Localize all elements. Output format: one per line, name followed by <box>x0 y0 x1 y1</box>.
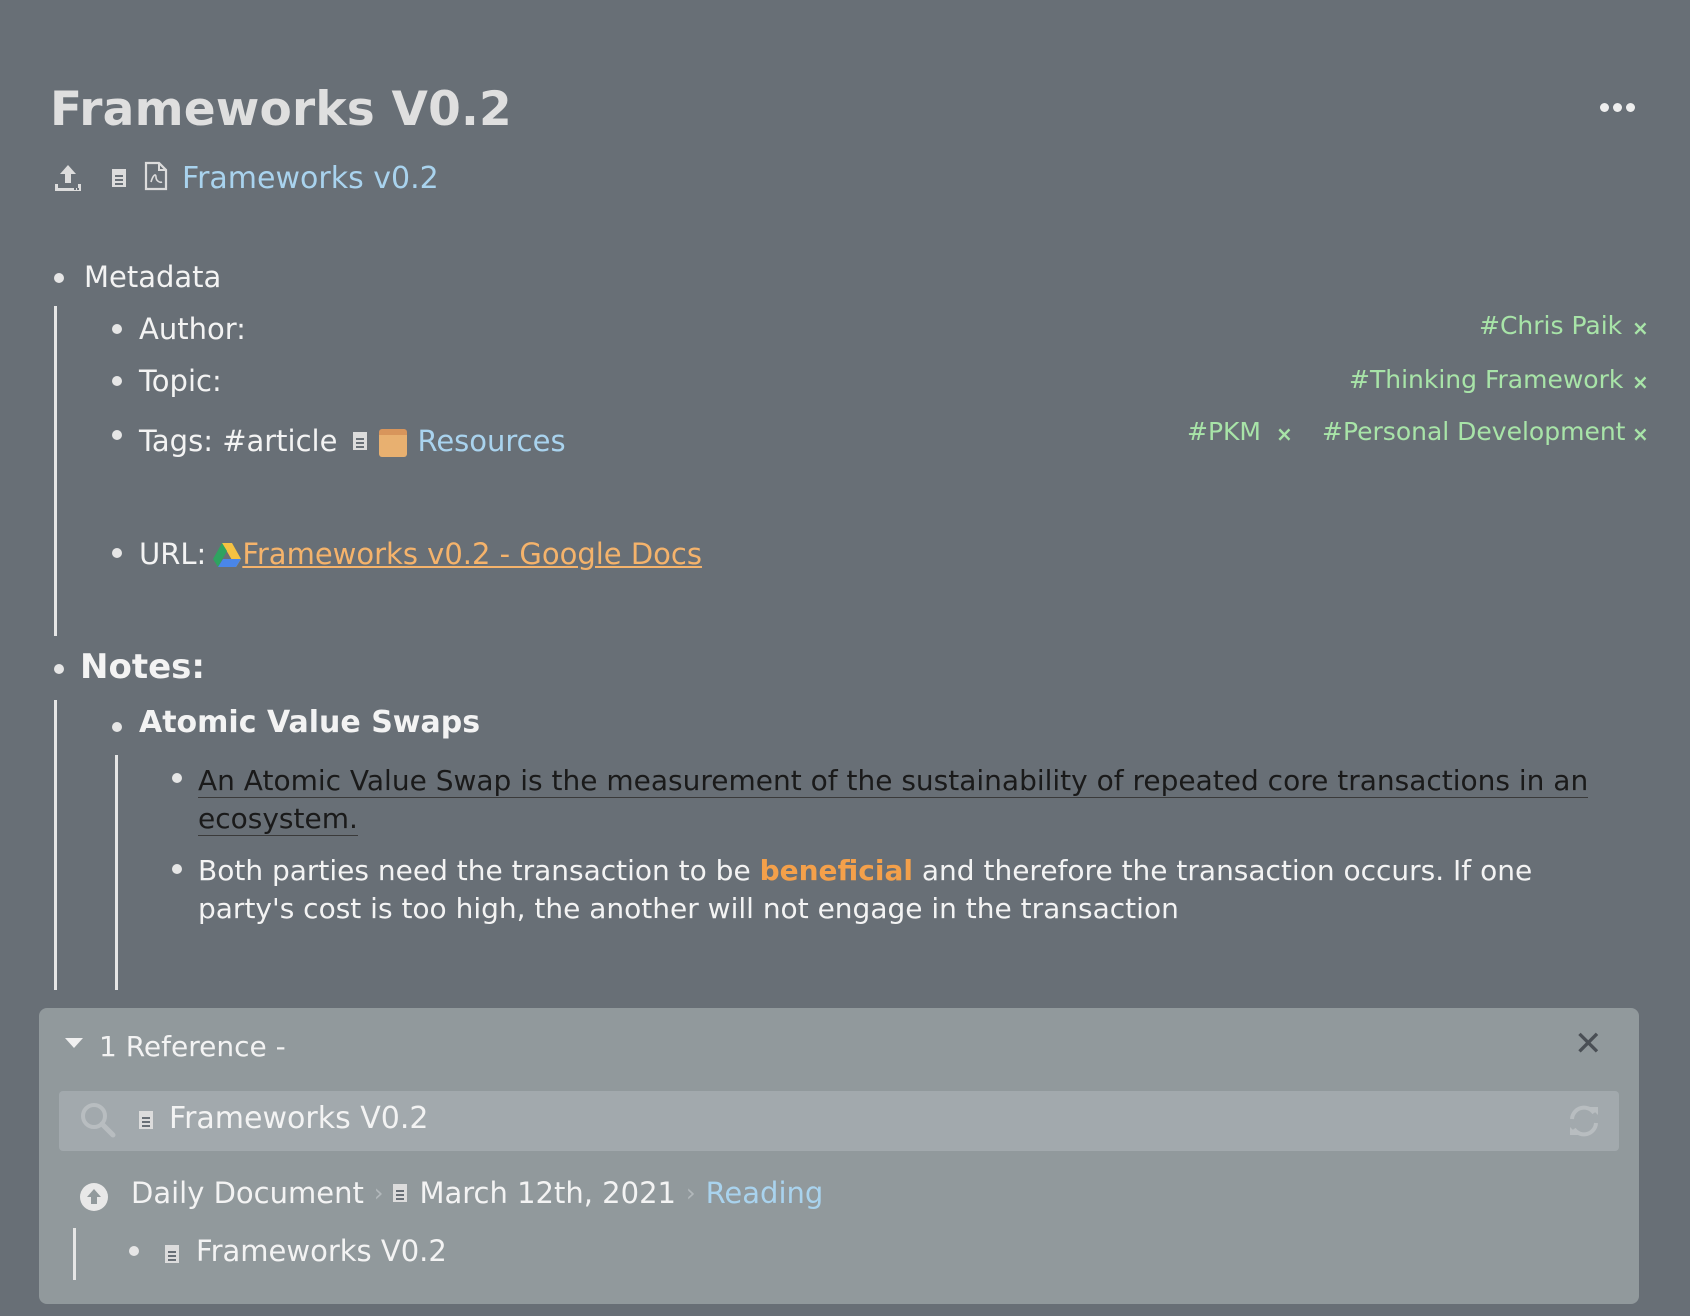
folder-icon <box>379 429 408 457</box>
bullet[interactable] <box>112 548 122 558</box>
document-icon <box>139 1111 153 1129</box>
bullet[interactable] <box>172 864 182 874</box>
breadcrumb-item[interactable]: Daily Document <box>131 1176 364 1210</box>
author-label: Author: <box>139 312 246 346</box>
breadcrumb: Daily Document › March 12th, 2021 › Read… <box>131 1176 823 1210</box>
note-text-1: An Atomic Value Swap is the measurement … <box>198 764 1589 836</box>
document-icon <box>393 1184 408 1202</box>
bullet[interactable] <box>112 324 122 334</box>
resources-link[interactable]: Resources <box>417 424 565 458</box>
indent-guide <box>73 1228 76 1280</box>
highlight-beneficial: beneficial <box>759 854 913 887</box>
attachment-row: Frameworks v0.2 <box>52 158 439 198</box>
indent-guide <box>54 700 57 990</box>
bullet[interactable] <box>54 273 64 283</box>
chevron-right-icon: › <box>373 1179 384 1207</box>
note-block-1[interactable]: An Atomic Value Swap is the measurement … <box>198 762 1608 838</box>
topic-tag[interactable]: #Thinking Framework <box>1349 365 1623 394</box>
upload-circle-icon[interactable] <box>79 1182 109 1216</box>
google-docs-link[interactable]: Frameworks v0.2 - Google Docs <box>242 537 702 571</box>
google-drive-icon <box>212 541 242 567</box>
attachment-link[interactable]: Frameworks v0.2 <box>182 161 439 196</box>
metadata-heading[interactable]: Metadata <box>84 260 221 294</box>
refresh-icon[interactable] <box>1564 1101 1604 1145</box>
pkm-tag[interactable]: #PKM <box>1187 417 1261 446</box>
collapse-caret-icon[interactable] <box>65 1038 83 1048</box>
close-icon[interactable]: ✕ <box>1574 1024 1603 1064</box>
page-title[interactable]: Frameworks V0.2 <box>50 82 512 137</box>
more-options-icon[interactable] <box>1600 100 1640 114</box>
document-icon <box>112 169 126 187</box>
breadcrumb-item[interactable]: March 12th, 2021 <box>419 1176 676 1210</box>
note-text-2a: Both parties need the transaction to be <box>198 854 760 887</box>
chevron-right-icon: › <box>685 1179 696 1207</box>
bullet[interactable] <box>112 722 122 732</box>
url-row: URL: Frameworks v0.2 - Google Docs <box>139 537 702 571</box>
page: Frameworks V0.2 Frameworks v0.2 Metadata <box>0 0 1690 1316</box>
document-icon <box>353 432 368 450</box>
references-count[interactable]: 1 Reference - <box>99 1030 286 1063</box>
bullet[interactable] <box>112 430 122 440</box>
personal-development-tag[interactable]: #Personal Development <box>1322 417 1625 446</box>
tags-label: Tags: #article <box>139 424 338 458</box>
pdf-file-icon <box>144 161 168 195</box>
bullet[interactable] <box>129 1246 139 1256</box>
indent-guide <box>54 306 57 636</box>
reference-filter-bar[interactable]: Frameworks V0.2 <box>59 1091 1619 1151</box>
search-value[interactable]: Frameworks V0.2 <box>169 1101 428 1136</box>
document-icon <box>165 1245 179 1263</box>
bullet[interactable] <box>54 664 64 674</box>
tags-row: Tags: #article Resources <box>139 424 566 458</box>
topic-label: Topic: <box>139 364 222 398</box>
notes-heading[interactable]: Notes: <box>80 647 205 687</box>
bullet[interactable] <box>172 773 182 783</box>
note-block-2[interactable]: Both parties need the transaction to be … <box>198 852 1608 928</box>
upload-icon[interactable] <box>52 162 84 194</box>
remove-tag-icon[interactable]: × <box>1632 370 1649 394</box>
remove-tag-icon[interactable]: × <box>1276 422 1293 446</box>
url-label: URL: <box>139 537 207 571</box>
reference-result-link[interactable]: Frameworks V0.2 <box>196 1234 447 1268</box>
remove-tag-icon[interactable]: × <box>1632 422 1649 446</box>
references-panel: 1 Reference - ✕ Frameworks V0.2 Daily Do… <box>39 1008 1639 1304</box>
breadcrumb-item[interactable]: Reading <box>706 1176 824 1210</box>
atomic-value-swaps-heading[interactable]: Atomic Value Swaps <box>139 705 480 740</box>
bullet[interactable] <box>112 376 122 386</box>
search-icon[interactable] <box>79 1101 117 1143</box>
indent-guide <box>115 755 118 990</box>
author-tag[interactable]: #Chris Paik <box>1479 311 1622 340</box>
remove-tag-icon[interactable]: × <box>1632 316 1649 340</box>
